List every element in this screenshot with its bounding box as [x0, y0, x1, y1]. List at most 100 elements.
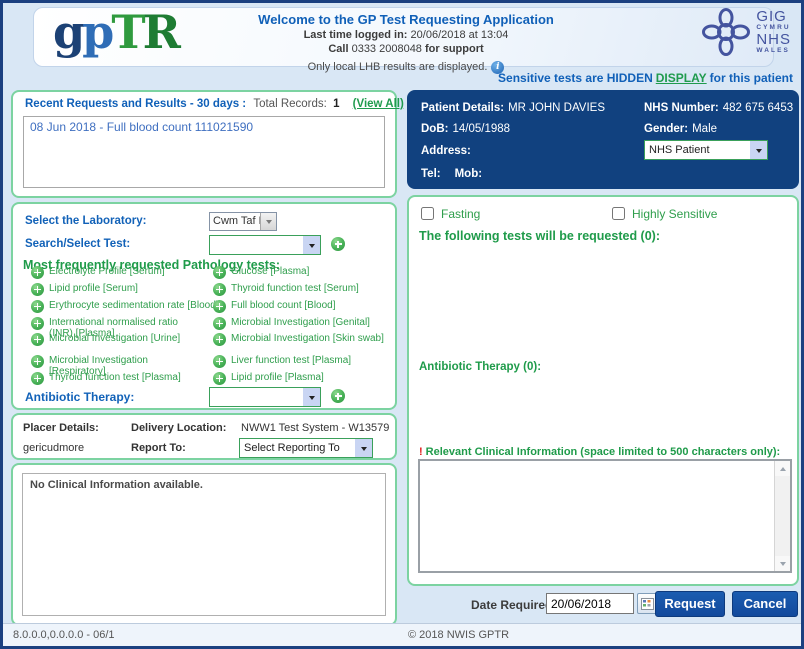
search-test-dropdown-icon[interactable]	[303, 236, 320, 254]
last-login-label: Last time logged in:	[304, 29, 408, 41]
add-test-icon[interactable]	[31, 372, 44, 385]
logo-letter: R	[143, 5, 178, 59]
test-item[interactable]: Erythrocyte sedimentation rate [Blood]	[31, 300, 209, 315]
test-item[interactable]: Liver function test [Plasma]	[213, 355, 391, 370]
report-to-dropdown-icon[interactable]	[355, 439, 372, 457]
test-item[interactable]: Microbial Investigation [Skin swab]	[213, 333, 391, 348]
highly-sensitive-checkbox[interactable]	[612, 207, 625, 220]
tel-label: Tel:	[421, 168, 441, 180]
test-item[interactable]: Electrolyte Profile [Serum]	[31, 266, 201, 281]
patient-type-dropdown-icon[interactable]	[750, 141, 767, 159]
recent-results-listbox[interactable]: 08 Jun 2018 - Full blood count 111021590	[23, 116, 385, 188]
add-test-icon[interactable]	[31, 283, 44, 296]
lhb-note: Only local LHB results are displayed.	[308, 61, 488, 73]
copyright-text: © 2018 NWIS GPTR	[408, 629, 509, 641]
relevant-clinical-info-label: Relevant Clinical Information (space lim…	[426, 446, 781, 458]
nhs-number-label: NHS Number:	[644, 102, 719, 114]
gptr-application-window: gpTR Welcome to the GP Test Requesting A…	[0, 0, 804, 649]
calendar-icon	[641, 598, 654, 610]
nhs-wales-logo: GIG CYMRU NHS WALES	[702, 8, 791, 56]
last-login-value: 20/06/2018 at 13:04	[411, 29, 509, 41]
add-antibiotic-icon[interactable]	[331, 389, 345, 403]
test-item[interactable]: Microbial Investigation [Genital]	[213, 317, 391, 332]
test-item[interactable]: Thyroid function test [Plasma]	[31, 372, 201, 387]
test-item[interactable]: Glucose [Plasma]	[213, 266, 391, 281]
sensitive-prefix: Sensitive tests are HIDDEN	[498, 71, 653, 85]
test-item[interactable]: Full blood count [Blood]	[213, 300, 391, 315]
report-to-dropdown[interactable]: Select Reporting To	[239, 438, 373, 458]
antibiotic-therapy-heading: Antibiotic Therapy (0):	[419, 361, 541, 373]
recent-result-item[interactable]: 08 Jun 2018 - Full blood count 111021590	[30, 120, 378, 134]
patient-details-box: Patient Details:MR JOHN DAVIES NHS Numbe…	[407, 90, 799, 189]
add-test-icon[interactable]	[213, 317, 226, 330]
antibiotic-dropdown-icon[interactable]	[303, 388, 320, 406]
test-label: Lipid profile [Plasma]	[231, 373, 391, 384]
version-text: 8.0.0.0,0.0.0.0 - 06/1	[13, 629, 115, 641]
requested-tests-heading: The following tests will be requested (0…	[419, 229, 660, 243]
total-records-value: 1	[333, 98, 339, 110]
no-clinical-info-text: No Clinical Information available.	[30, 479, 203, 491]
nhs-number-value: 482 675 6453	[723, 102, 793, 114]
test-item[interactable]: Lipid profile [Plasma]	[213, 372, 391, 387]
view-all-link[interactable]: (View All)	[353, 98, 404, 110]
test-selection-panel: Select the Laboratory: Cwm Taf HB Search…	[11, 202, 397, 410]
highly-sensitive-label: Highly Sensitive	[632, 207, 717, 221]
antibiotic-therapy-label: Antibiotic Therapy:	[25, 390, 134, 404]
clinical-info-textarea[interactable]	[420, 461, 774, 571]
fasting-label: Fasting	[441, 207, 480, 221]
antibiotic-therapy-input[interactable]	[210, 388, 303, 406]
add-test-icon[interactable]	[31, 266, 44, 279]
scroll-up-icon[interactable]	[775, 461, 790, 476]
placer-details-label: Placer Details:	[23, 422, 99, 434]
test-item[interactable]: Lipid profile [Serum]	[31, 283, 201, 298]
patient-type-dropdown[interactable]: NHS Patient	[644, 140, 768, 160]
test-label: Thyroid function test [Plasma]	[49, 373, 207, 384]
sensitive-tests-line: Sensitive tests are HIDDENDISPLAYfor thi…	[498, 71, 793, 85]
required-mark: !	[419, 446, 423, 458]
add-test-icon[interactable]	[213, 333, 226, 346]
add-test-icon[interactable]	[213, 372, 226, 385]
fasting-checkbox[interactable]	[421, 207, 434, 220]
select-laboratory-label: Select the Laboratory:	[25, 215, 146, 227]
add-test-icon[interactable]	[31, 300, 44, 313]
app-title: Welcome to the GP Test Requesting Applic…	[240, 12, 572, 27]
test-label: Thyroid function test [Serum]	[231, 284, 391, 295]
logo-letter: T	[111, 5, 142, 59]
total-records-label: Total Records:	[253, 98, 327, 110]
address-label: Address:	[421, 145, 471, 157]
add-test-icon[interactable]	[213, 283, 226, 296]
cancel-button[interactable]: Cancel	[732, 591, 798, 617]
recent-requests-range: - 30 days :	[190, 98, 246, 110]
date-required-input[interactable]	[546, 593, 634, 614]
textarea-scrollbar[interactable]	[774, 461, 790, 571]
add-test-icon[interactable]	[31, 317, 44, 330]
add-test-icon[interactable]	[31, 355, 44, 368]
add-test-icon[interactable]	[213, 355, 226, 368]
test-label: Microbial Investigation [Genital]	[231, 318, 391, 329]
gender-label: Gender:	[644, 123, 688, 135]
request-button[interactable]: Request	[655, 591, 725, 617]
delivery-location-label: Delivery Location:	[131, 422, 226, 434]
search-test-input[interactable]	[210, 236, 303, 254]
test-label: Erythrocyte sedimentation rate [Blood]	[49, 301, 217, 312]
sensitive-suffix: for this patient	[710, 71, 793, 85]
add-test-icon[interactable]	[31, 333, 44, 346]
test-item[interactable]: Microbial Investigation [Respiratory]	[31, 355, 201, 370]
add-search-test-icon[interactable]	[331, 237, 345, 251]
display-sensitive-link[interactable]: DISPLAY	[656, 71, 707, 85]
add-test-icon[interactable]	[213, 300, 226, 313]
scroll-down-icon[interactable]	[775, 556, 790, 571]
test-label: Electrolyte Profile [Serum]	[49, 267, 207, 278]
test-item[interactable]: Thyroid function test [Serum]	[213, 283, 391, 298]
test-label: Full blood count [Blood]	[231, 301, 391, 312]
report-to-value: Select Reporting To	[240, 439, 355, 457]
call-label: Call	[328, 43, 348, 55]
add-test-icon[interactable]	[213, 266, 226, 279]
test-request-panel: Fasting Highly Sensitive The following t…	[407, 195, 799, 586]
laboratory-select-arrow-icon[interactable]	[260, 213, 276, 230]
test-label: Lipid profile [Serum]	[49, 284, 207, 295]
test-item[interactable]: Microbial Investigation [Urine]	[31, 333, 201, 348]
recent-requests-header: Recent Requests and Results - 30 days : …	[25, 98, 404, 110]
search-select-test-label: Search/Select Test:	[25, 238, 130, 250]
laboratory-select[interactable]: Cwm Taf HB	[209, 212, 277, 231]
